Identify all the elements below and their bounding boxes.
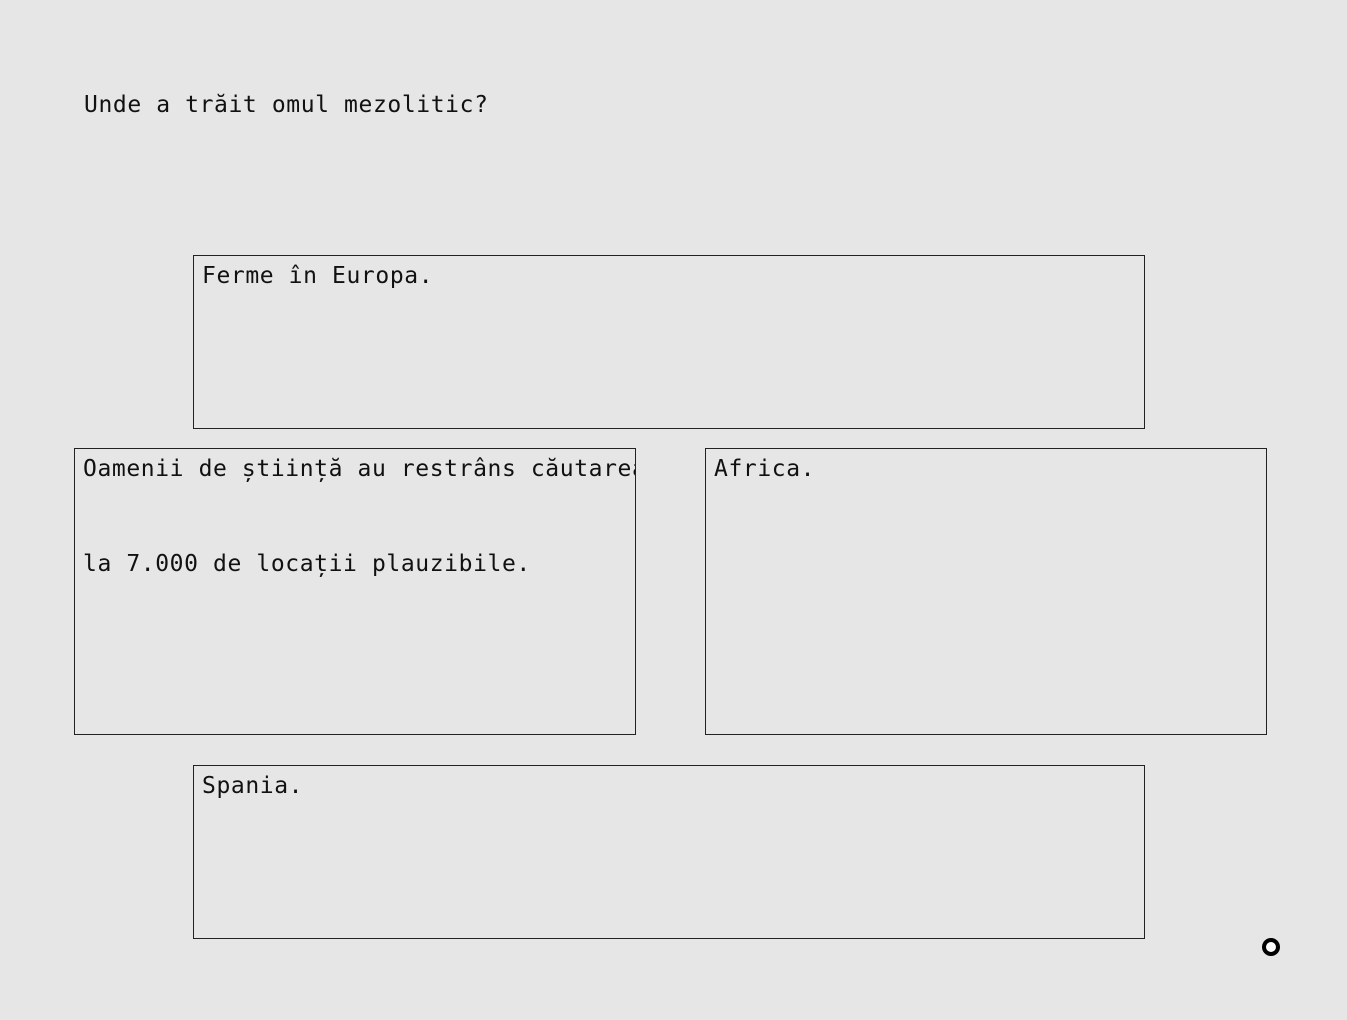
answer-option-1-text: Ferme în Europa.	[202, 263, 434, 289]
answer-option-2[interactable]: Oamenii de știință au restrâns căutarea …	[74, 448, 636, 735]
answer-option-2-text-line-2: la 7.000 de locații plauzibile.	[83, 551, 531, 577]
answer-option-2-line-gap	[83, 483, 635, 550]
question-text: Unde a trăit omul mezolitic?	[84, 92, 489, 118]
answer-option-3-text: Africa.	[714, 456, 816, 482]
answer-option-1[interactable]: Ferme în Europa.	[193, 255, 1145, 429]
answer-option-4-text: Spania.	[202, 773, 304, 799]
ring-cursor-icon	[1262, 938, 1280, 956]
answer-option-4[interactable]: Spania.	[193, 765, 1145, 939]
answer-option-2-text-line-1: Oamenii de știință au restrâns căutarea	[83, 456, 636, 482]
answer-option-3[interactable]: Africa.	[705, 448, 1267, 735]
